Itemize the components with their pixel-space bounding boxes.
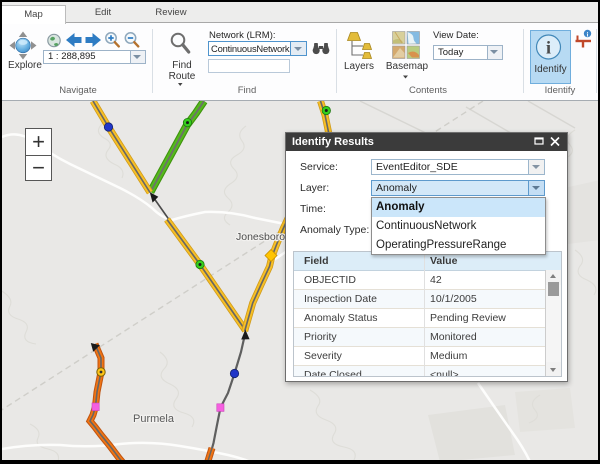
svg-text:Jonesboro: Jonesboro <box>236 231 285 243</box>
svg-text:i: i <box>546 37 551 57</box>
svg-text:i: i <box>587 31 589 38</box>
svg-text:Purmela: Purmela <box>133 413 175 425</box>
